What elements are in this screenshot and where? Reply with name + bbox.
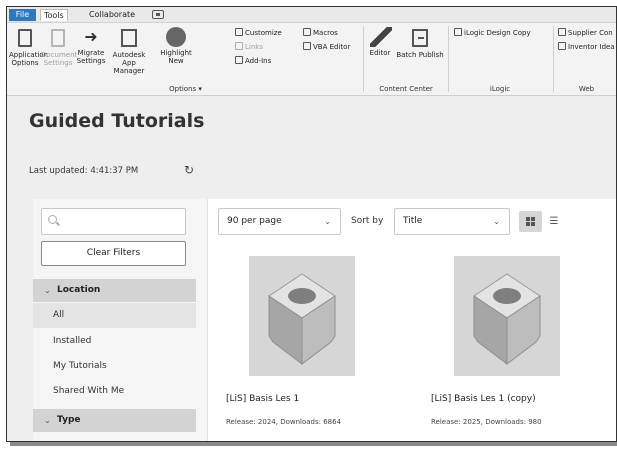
ribbon-separator (363, 26, 364, 92)
batch-publish-icon (412, 29, 428, 47)
last-updated-text: Last updated: 4:41:37 PM (29, 166, 139, 176)
type-section-header[interactable]: ⌄ Type (33, 409, 196, 432)
inventor-ideas-icon (558, 42, 566, 50)
inventor-ideas-label: Inventor Idea (568, 43, 615, 51)
add-ins-label: Add-Ins (245, 57, 272, 65)
grid-view-icon[interactable] (519, 211, 542, 232)
document-settings-button: Document Settings (41, 27, 78, 67)
design-copy-icon (454, 28, 462, 36)
options-panel-label[interactable]: Options ▾ (9, 84, 362, 94)
results-toolbar: 90 per page ⌄ Sort by Title ⌄ ☰ (208, 199, 616, 242)
per-page-value: 90 per page (227, 216, 282, 226)
migrate-settings-icon: ➜ (84, 27, 98, 46)
filter-item-all[interactable]: All (33, 303, 196, 328)
vba-editor-icon (303, 42, 311, 50)
collaborate-tab[interactable]: Collaborate (86, 9, 138, 21)
content-center-panel-label: Content Center (379, 85, 433, 93)
macros-label: Macros (313, 29, 338, 37)
menu-bar: File Tools Collaborate (7, 7, 616, 23)
ribbon: Application Options Document Settings ➜ … (7, 23, 616, 96)
application-options-icon (18, 29, 32, 47)
migrate-settings-button[interactable]: ➜ Migrate Settings (76, 27, 106, 65)
chevron-down-icon: ⌄ (44, 286, 51, 295)
tutorial-meta: Release: 2024, Downloads: 6864 (226, 418, 342, 426)
customize-button[interactable]: Customize (235, 28, 282, 38)
tutorial-thumbnail[interactable] (454, 256, 560, 376)
tutorial-thumbnail[interactable] (249, 256, 355, 376)
ilogic-panel-label: iLogic (489, 85, 511, 93)
tools-tab[interactable]: Tools (40, 9, 68, 21)
tutorial-meta: Release: 2025, Downloads: 980 (431, 418, 542, 426)
tutorial-cards: [LiS] Basis Les 1 Release: 2024, Downloa… (208, 242, 616, 441)
customize-label: Customize (245, 29, 282, 37)
tutorial-card[interactable]: [LiS] Basis Les 1 (copy) Release: 2025, … (419, 242, 614, 441)
filter-item-my-tutorials[interactable]: My Tutorials (33, 354, 196, 379)
add-ins-button[interactable]: Add-Ins (235, 56, 271, 66)
tutorials-page: Guided Tutorials Last updated: 4:41:37 P… (7, 96, 616, 441)
sort-select[interactable]: Title ⌄ (394, 208, 510, 235)
chevron-down-icon: ⌄ (493, 217, 500, 226)
page-title: Guided Tutorials (29, 110, 205, 132)
location-section-header[interactable]: ⌄ Location (33, 279, 196, 302)
migrate-settings-label: Migrate Settings (76, 49, 106, 65)
tutorial-card[interactable]: [LiS] Basis Les 1 Release: 2024, Downloa… (214, 242, 409, 441)
links-icon (235, 42, 243, 50)
filter-item-installed[interactable]: Installed (33, 329, 196, 354)
type-header-label: Type (57, 415, 81, 425)
supplier-content-icon (558, 28, 566, 36)
highlight-new-button[interactable]: Highlight New (154, 27, 198, 65)
location-header-label: Location (57, 285, 101, 295)
autodesk-app-manager-label: Autodesk App Manager (112, 51, 146, 75)
ribbon-separator (448, 26, 449, 92)
highlight-new-icon (166, 27, 186, 47)
clear-filters-button[interactable]: Clear Filters (41, 241, 186, 266)
per-page-select[interactable]: 90 per page ⌄ (218, 208, 341, 235)
links-label: Links (245, 43, 263, 51)
editor-label: Editor (369, 49, 391, 57)
filter-panel: Clear Filters ⌄ Location All Installed M… (33, 199, 208, 441)
application-options-button[interactable]: Application Options (9, 27, 48, 67)
autodesk-app-manager-button[interactable]: Autodesk App Manager (106, 27, 152, 75)
supplier-content-label: Supplier Con (568, 29, 613, 37)
links-button: Links (235, 42, 263, 52)
inventor-ideas-button[interactable]: Inventor Idea (558, 42, 615, 52)
macros-icon (303, 28, 311, 36)
tutorial-title[interactable]: [LiS] Basis Les 1 (copy) (431, 394, 536, 404)
app-manager-icon (121, 29, 137, 47)
search-icon (48, 215, 57, 224)
sort-value: Title (403, 216, 423, 226)
vba-editor-button[interactable]: VBA Editor (303, 42, 350, 52)
app-window: File Tools Collaborate Application Optio… (6, 6, 617, 442)
web-panel-label: Web (578, 85, 595, 93)
ilogic-design-copy-button[interactable]: iLogic Design Copy (454, 28, 531, 38)
list-view-icon[interactable]: ☰ (545, 211, 563, 232)
document-settings-label: Document Settings (41, 51, 78, 67)
vba-editor-label: VBA Editor (313, 43, 351, 51)
tutorial-title[interactable]: [LiS] Basis Les 1 (226, 394, 299, 404)
document-settings-icon (51, 29, 65, 47)
macros-button[interactable]: Macros (303, 28, 338, 38)
file-tab[interactable]: File (9, 9, 36, 21)
supplier-content-button[interactable]: Supplier Con (558, 28, 613, 38)
search-input[interactable] (41, 208, 186, 235)
highlight-new-label: Highlight New (160, 49, 192, 65)
batch-publish-label: Batch Publish (396, 51, 444, 59)
ribbon-toggle-icon[interactable] (152, 10, 164, 19)
add-ins-icon (235, 56, 243, 64)
editor-icon (370, 27, 392, 47)
filter-item-shared-with-me[interactable]: Shared With Me (33, 379, 196, 404)
ribbon-separator (553, 26, 554, 92)
ilogic-design-copy-label: iLogic Design Copy (464, 29, 531, 37)
batch-publish-button[interactable]: Batch Publish (395, 27, 445, 59)
editor-button[interactable]: Editor (366, 27, 394, 57)
refresh-icon[interactable]: ↻ (184, 164, 196, 176)
chevron-down-icon: ⌄ (324, 217, 331, 226)
chevron-down-icon: ⌄ (44, 416, 51, 425)
sort-by-label: Sort by (351, 216, 384, 226)
customize-icon (235, 28, 243, 36)
